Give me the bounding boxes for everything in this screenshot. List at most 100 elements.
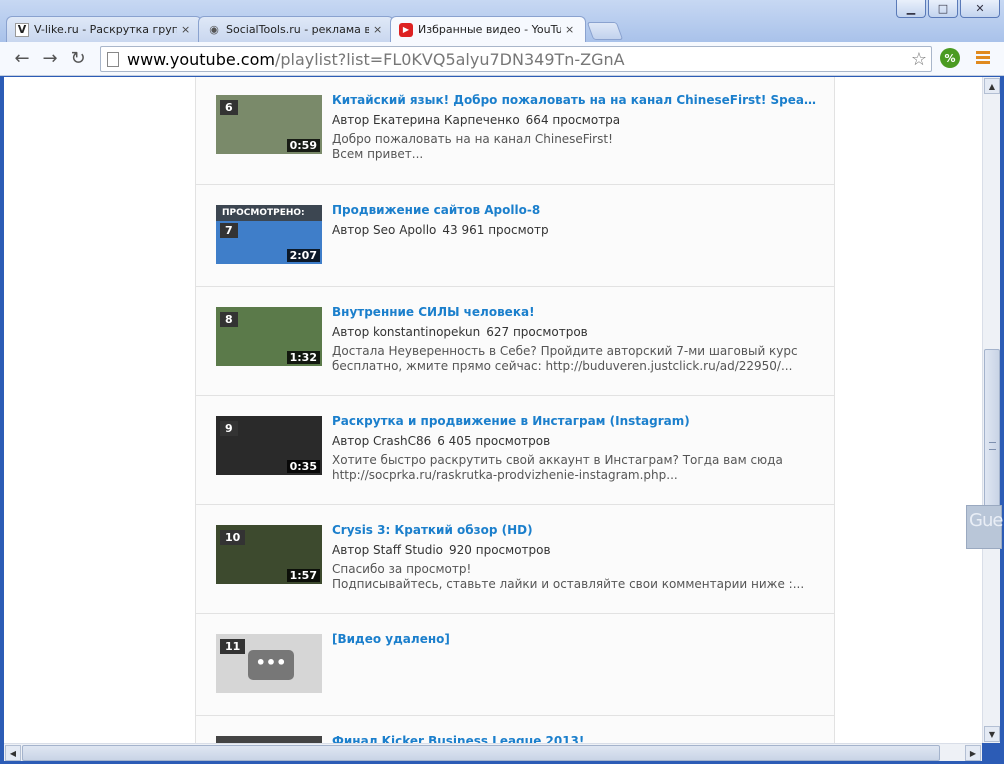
playlist: 6 0:59 Китайский язык! Добро пожаловать на… bbox=[195, 77, 835, 743]
description-line: Всем привет... bbox=[332, 147, 424, 161]
address-bar[interactable]: www.youtube.com/playlist?list=FL0KVQ5aly… bbox=[100, 46, 932, 72]
description-line: Хотите быстро раскрутить свой аккаунт в … bbox=[332, 453, 783, 467]
playlist-item[interactable]: 6 0:59 Китайский язык! Добро пожаловать на… bbox=[196, 77, 834, 185]
video-thumbnail[interactable]: 10 1:57 bbox=[216, 525, 322, 584]
playlist-index-badge: 6 bbox=[220, 100, 238, 115]
playlist-index-badge: 8 bbox=[220, 312, 238, 327]
tab-close-icon[interactable]: × bbox=[181, 23, 193, 36]
forward-button[interactable]: → bbox=[36, 45, 64, 73]
duration-badge: 2:07 bbox=[286, 249, 320, 262]
horizontal-scrollbar[interactable]: ◀ ▶ bbox=[4, 743, 982, 761]
tab-title: Избранные видео - YouTube bbox=[418, 23, 561, 36]
video-description: Спасибо за просмотр! Подписывайтесь, став… bbox=[332, 562, 816, 592]
watched-label: ПРОСМОТРЕНО: bbox=[216, 205, 322, 221]
playlist-item[interactable]: Финал Kicker Business League 2013! bbox=[196, 716, 834, 743]
video-title-link[interactable]: Китайский язык! Добро пожаловать на на к… bbox=[332, 93, 816, 109]
title-bar: ▁ □ ✕ V V-like.ru - Раскрутка групп в × … bbox=[0, 0, 1004, 42]
duration-badge: 1:32 bbox=[286, 351, 320, 364]
video-info: [Видео удалено] bbox=[332, 632, 816, 648]
duration-badge: 1:57 bbox=[286, 569, 320, 582]
playlist-item[interactable]: 9 0:35 Раскрутка и продвижение в Инстаграм… bbox=[196, 396, 834, 505]
playlist-index-badge: 10 bbox=[220, 530, 246, 545]
video-author[interactable]: Автор Staff Studio bbox=[332, 543, 443, 557]
playlist-item[interactable]: 10 1:57 Crysis 3: Краткий обзор (HD) Автор … bbox=[196, 505, 834, 614]
video-author[interactable]: Автор Екатерина Карпеченко bbox=[332, 113, 520, 127]
youtube-favicon-icon: ▶ bbox=[399, 22, 413, 37]
video-author[interactable]: Автор CrashC86 bbox=[332, 434, 431, 448]
scroll-down-icon[interactable]: ▼ bbox=[984, 726, 1000, 742]
view-count: 664 просмотра bbox=[525, 113, 621, 127]
description-line: Добро пожаловать на на канал ChineseFirs… bbox=[332, 132, 613, 146]
tab-close-icon[interactable]: × bbox=[373, 23, 385, 36]
playlist-item[interactable]: 8 1:32 Внутренние СИЛЫ человека! Автор kons… bbox=[196, 287, 834, 396]
playlist-index-badge: 11 bbox=[220, 639, 246, 654]
video-info: Crysis 3: Краткий обзор (HD) Автор Staff … bbox=[332, 523, 816, 592]
url-host: www.youtube.com bbox=[127, 49, 275, 69]
minimize-button[interactable]: ▁ bbox=[896, 0, 926, 18]
tab-socialtools[interactable]: ◉ SocialTools.ru - реклама в со × bbox=[198, 16, 394, 42]
side-widget[interactable]: Gue bbox=[966, 505, 1003, 549]
vertical-scrollbar[interactable]: ▲ ▼ bbox=[982, 77, 1000, 743]
video-title-link[interactable]: [Видео удалено] bbox=[332, 632, 816, 648]
video-description: Хотите быстро раскрутить свой аккаунт в … bbox=[332, 453, 816, 483]
description-line: http://socprka.ru/raskrutka-prodvizhenie… bbox=[332, 468, 678, 482]
video-thumbnail[interactable]: 11 ••• bbox=[216, 634, 322, 693]
video-meta: Автор Екатерина Карпеченко 664 просмотра bbox=[332, 113, 816, 128]
video-thumbnail[interactable]: ПРОСМОТРЕНО: 7 2:07 bbox=[216, 205, 322, 264]
playlist-index-badge: 7 bbox=[220, 223, 238, 238]
video-meta: Автор CrashC86 6 405 просмотров bbox=[332, 434, 816, 449]
description-line: Спасибо за просмотр! bbox=[332, 562, 472, 576]
video-title-link[interactable]: Crysis 3: Краткий обзор (HD) bbox=[332, 523, 816, 539]
deleted-video-icon: ••• bbox=[248, 650, 294, 680]
tab-strip: V V-like.ru - Раскрутка групп в × ◉ Soci… bbox=[6, 16, 624, 42]
scroll-right-icon[interactable]: ▶ bbox=[965, 745, 981, 761]
page-icon bbox=[107, 51, 119, 67]
back-button[interactable]: ← bbox=[8, 45, 36, 73]
scroll-left-icon[interactable]: ◀ bbox=[5, 745, 21, 761]
description-line: бесплатно, жмите прямо сейчас: http://bu… bbox=[332, 359, 793, 373]
video-thumbnail[interactable]: 9 0:35 bbox=[216, 416, 322, 475]
duration-badge: 0:59 bbox=[286, 139, 320, 152]
description-line: Достала Неуверенность в Себе? Пройдите а… bbox=[332, 344, 798, 358]
video-info: Продвижение сайтов Apollo-8 Автор Seo Apo… bbox=[332, 203, 816, 238]
video-author[interactable]: Автор konstantinopekun bbox=[332, 325, 480, 339]
tab-title: SocialTools.ru - реклама в со bbox=[226, 23, 369, 36]
tab-youtube[interactable]: ▶ Избранные видео - YouTube × bbox=[390, 16, 586, 42]
scroll-up-icon[interactable]: ▲ bbox=[984, 78, 1000, 94]
browser-window: ▁ □ ✕ V V-like.ru - Раскрутка групп в × … bbox=[0, 0, 1004, 764]
tab-vlike[interactable]: V V-like.ru - Раскрутка групп в × bbox=[6, 16, 202, 42]
view-count: 920 просмотров bbox=[449, 543, 551, 557]
duration-badge: 0:35 bbox=[286, 460, 320, 473]
playlist-item[interactable]: 11 ••• [Видео удалено] bbox=[196, 614, 834, 716]
video-title-link[interactable]: Раскрутка и продвижение в Инстаграм (Ins… bbox=[332, 414, 816, 430]
view-count: 6 405 просмотров bbox=[437, 434, 551, 448]
vlike-favicon-icon: V bbox=[15, 22, 29, 37]
close-window-button[interactable]: ✕ bbox=[960, 0, 1000, 18]
page-content: 6 0:59 Китайский язык! Добро пожаловать на… bbox=[4, 77, 982, 743]
browser-toolbar: ← → ↻ www.youtube.com/playlist?list=FL0K… bbox=[0, 42, 1004, 76]
url-path: /playlist?list=FL0KVQ5alyu7DN349Tn-ZGnA bbox=[274, 49, 625, 69]
video-info: Китайский язык! Добро пожаловать на на к… bbox=[332, 93, 816, 162]
video-description: Добро пожаловать на на канал ChineseFirs… bbox=[332, 132, 816, 162]
tab-close-icon[interactable]: × bbox=[565, 23, 577, 36]
video-meta: Автор Staff Studio 920 просмотров bbox=[332, 543, 816, 558]
reload-button[interactable]: ↻ bbox=[64, 45, 92, 73]
video-author[interactable]: Автор Seo Apollo bbox=[332, 223, 436, 237]
video-thumbnail[interactable]: 6 0:59 bbox=[216, 95, 322, 154]
playlist-item[interactable]: ПРОСМОТРЕНО: 7 2:07 Продвижение сайтов Apol… bbox=[196, 185, 834, 287]
window-controls: ▁ □ ✕ bbox=[896, 0, 1000, 18]
video-meta: Автор Seo Apollo 43 961 просмотр bbox=[332, 223, 816, 238]
video-title-link[interactable]: Внутренние СИЛЫ человека! bbox=[332, 305, 816, 321]
view-count: 627 просмотров bbox=[486, 325, 588, 339]
new-tab-button[interactable] bbox=[586, 22, 624, 40]
bookmark-star-icon[interactable]: ☆ bbox=[911, 49, 927, 70]
maximize-button[interactable]: □ bbox=[928, 0, 958, 18]
video-meta: Автор konstantinopekun 627 просмотров bbox=[332, 325, 816, 340]
video-thumbnail[interactable]: 8 1:32 bbox=[216, 307, 322, 366]
video-title-link[interactable]: Продвижение сайтов Apollo-8 bbox=[332, 203, 816, 219]
menu-icon[interactable] bbox=[976, 51, 990, 66]
video-title-link[interactable]: Финал Kicker Business League 2013! bbox=[332, 734, 816, 743]
extension-icon[interactable]: % bbox=[940, 48, 960, 68]
horizontal-scroll-thumb[interactable] bbox=[22, 745, 940, 761]
video-thumbnail[interactable] bbox=[216, 736, 322, 743]
